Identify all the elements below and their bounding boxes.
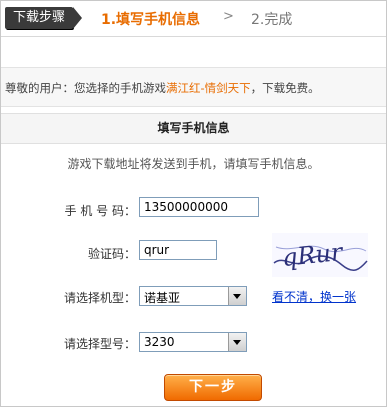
download-frame: 下载步骤 1.填写手机信息 > 2.完成 尊敬的用户：您选择的手机游戏满江红-情… [0,0,387,407]
chevron-down-icon[interactable] [228,287,246,305]
step-separator: > [223,9,234,24]
panel-title: 填写手机信息 [1,113,386,144]
model-select[interactable]: 3230 [139,332,247,352]
model-label: 请选择型号： [63,337,136,351]
panel-tip: 游戏下载地址将发送到手机，请填写手机信息。 [67,157,320,171]
step-current: 1.填写手机信息 [101,12,201,28]
notice-bar: 尊敬的用户：您选择的手机游戏满江红-情剑天下，下载免费。 [1,67,386,107]
code-label: 验证码： [87,247,136,261]
phone-label: 手 机 号 码： [64,204,136,218]
notice-game-name: 满江红-情剑天下 [166,81,251,95]
model-selected-value: 3230 [144,335,175,349]
phone-input[interactable] [139,197,259,217]
notice-text: 尊敬的用户：您选择的手机游戏满江红-情剑天下，下载免费。 [5,80,320,96]
step-bar: 下载步骤 1.填写手机信息 > 2.完成 [1,1,386,37]
brand-selected-value: 诺基亚 [144,291,181,305]
refresh-captcha-link[interactable]: 看不清，换一张 [272,288,356,305]
brand-select[interactable]: 诺基亚 [139,286,247,306]
chevron-down-icon[interactable] [228,333,246,351]
next-step-button[interactable]: 下一步 [164,374,262,401]
step-next: 2.完成 [251,12,293,28]
notice-prefix: 尊敬的用户：您选择的手机游戏 [5,81,166,95]
notice-suffix: ，下载免费。 [250,81,320,95]
captcha-image[interactable]: qRur [272,233,368,277]
verification-code-input[interactable] [139,240,217,260]
steps-tag: 下载步骤 [5,7,83,29]
brand-label: 请选择机型： [63,291,136,305]
